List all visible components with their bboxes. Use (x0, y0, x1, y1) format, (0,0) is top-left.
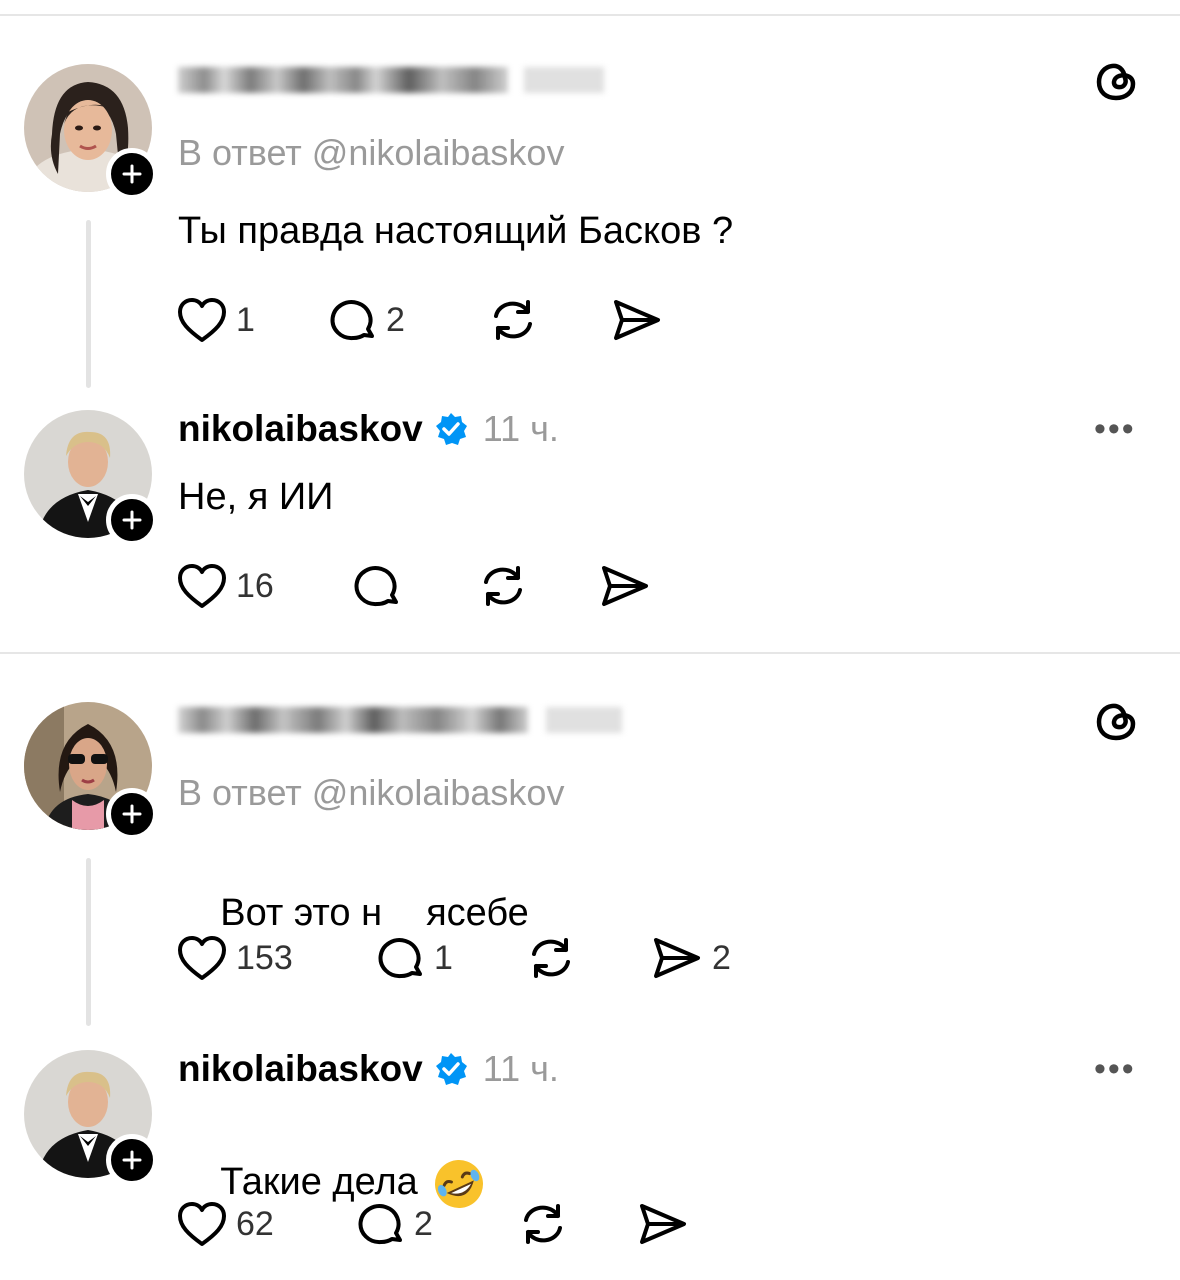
follow-button-user-2[interactable] (106, 788, 158, 840)
comment-count-1: 2 (386, 300, 405, 339)
more-options-icon[interactable]: ••• (1094, 410, 1136, 449)
username-blurred-1 (178, 60, 604, 100)
comment-button-2[interactable] (352, 558, 410, 614)
share-icon (654, 938, 700, 978)
repost-button-1[interactable] (486, 292, 540, 348)
post-time-4: 11 ч. (482, 1048, 559, 1089)
username-blurred-2 (178, 700, 622, 740)
like-count-3: 153 (236, 938, 293, 977)
like-button-3[interactable]: 153 (176, 930, 293, 986)
like-button-2[interactable]: 16 (176, 558, 274, 614)
follow-plus-icon (122, 164, 142, 184)
comment-icon (378, 938, 422, 979)
comment-icon (358, 1204, 402, 1245)
share-icon (614, 300, 660, 340)
heart-icon (178, 936, 226, 980)
like-button-1[interactable]: 1 (176, 292, 255, 348)
heart-icon (178, 1202, 226, 1246)
top-divider (0, 14, 1180, 16)
like-count-2: 16 (236, 566, 274, 605)
repost-icon (524, 1204, 562, 1244)
repost-button-2[interactable] (476, 558, 530, 614)
reply-to-label-1[interactable]: В ответ @nikolaibaskov (178, 132, 564, 174)
comment-button-4[interactable]: 2 (356, 1196, 433, 1252)
threads-logo-icon[interactable] (1094, 58, 1140, 104)
repost-icon (494, 300, 532, 340)
heart-icon (178, 564, 226, 608)
more-options-icon[interactable]: ••• (1094, 1050, 1136, 1089)
post-time-2: 11 ч. (482, 408, 559, 449)
like-count-4: 62 (236, 1204, 274, 1243)
rofl-emoji-icon (434, 1160, 483, 1208)
thread-line-2 (86, 858, 91, 1026)
repost-button-3[interactable] (524, 930, 578, 986)
comment-icon (354, 566, 398, 607)
comment-count-4: 2 (414, 1204, 433, 1243)
post-text-1: Ты правда настоящий Басков ? (178, 210, 734, 252)
post-header-2: nikolaibaskov 11 ч. (178, 408, 559, 450)
follow-plus-icon (122, 804, 142, 824)
follow-button-nikolaibaskov-2[interactable] (106, 1134, 158, 1186)
username-4[interactable]: nikolaibaskov (178, 1048, 423, 1090)
like-count-1: 1 (236, 300, 255, 339)
verified-badge-icon (435, 413, 467, 445)
post-text-2: Не, я ИИ (178, 476, 334, 518)
like-button-4[interactable]: 62 (176, 1196, 274, 1252)
repost-icon (532, 938, 570, 978)
share-button-1[interactable] (610, 292, 672, 348)
post-header-4: nikolaibaskov 11 ч. (178, 1048, 559, 1090)
share-icon (602, 566, 648, 606)
heart-icon (178, 298, 226, 342)
repost-icon (484, 566, 522, 606)
comment-icon (330, 300, 374, 341)
follow-button-user-1[interactable] (106, 148, 158, 200)
username-2[interactable]: nikolaibaskov (178, 408, 423, 450)
follow-plus-icon (122, 510, 142, 530)
comment-button-1[interactable]: 2 (328, 292, 405, 348)
post-text-3-part1: Вот это н (220, 892, 383, 934)
threads-logo-icon[interactable] (1094, 698, 1140, 744)
comment-button-3[interactable]: 1 (376, 930, 453, 986)
follow-plus-icon (122, 1150, 142, 1170)
share-count-3: 2 (712, 938, 731, 977)
comment-count-3: 1 (434, 938, 453, 977)
share-button-3[interactable]: 2 (650, 930, 731, 986)
post-text-3-part2: ясебе (426, 892, 529, 934)
verified-badge-icon (435, 1053, 467, 1085)
share-button-4[interactable] (636, 1196, 698, 1252)
follow-button-nikolaibaskov-1[interactable] (106, 494, 158, 546)
thread-divider (0, 652, 1180, 654)
repost-button-4[interactable] (516, 1196, 570, 1252)
share-icon (640, 1204, 686, 1244)
reply-to-label-2[interactable]: В ответ @nikolaibaskov (178, 772, 564, 814)
censored-gap (382, 891, 426, 931)
share-button-2[interactable] (598, 558, 660, 614)
thread-line-1 (86, 220, 91, 388)
